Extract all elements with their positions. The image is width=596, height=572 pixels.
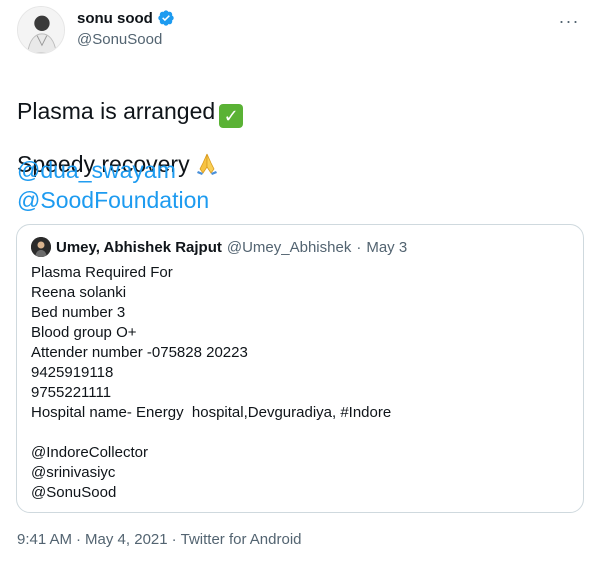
author-avatar[interactable] [17, 6, 65, 54]
meta-separator: · [171, 531, 177, 548]
author-name-row: sonu sood [77, 9, 175, 27]
mention-link-dua-swayam[interactable]: @dua_swayam [17, 155, 209, 185]
quoted-line: @srinivasiyc [31, 464, 116, 481]
author-handle[interactable]: @SonuSood [77, 31, 162, 48]
quoted-line: Plasma Required For [31, 264, 173, 281]
tweet-time-link[interactable]: 9:41 AM [17, 531, 72, 548]
more-options-button[interactable]: ··· [558, 10, 580, 32]
avatar-portrait-icon [18, 7, 64, 53]
quoted-line: Hospital name- Energy hospital,Devguradi… [31, 404, 392, 421]
quoted-line: @SonuSood [31, 484, 117, 501]
quoted-author-avatar[interactable] [31, 237, 51, 257]
quoted-tweet[interactable]: Umey, Abhishek Rajput @Umey_Abhishek · M… [16, 224, 584, 513]
avatar-portrait-icon [31, 237, 51, 257]
check-mark-emoji: ✓ [219, 104, 244, 128]
quoted-tweet-text: Plasma Required For Reena solanki Bed nu… [31, 263, 391, 503]
quoted-line: 9425919118 [31, 364, 114, 381]
quoted-separator: · [356, 238, 362, 256]
tweet-line-1-text: Plasma is arranged [17, 98, 216, 124]
tweet-source-link[interactable]: Twitter for Android [181, 531, 302, 548]
quoted-tweet-header: Umey, Abhishek Rajput @Umey_Abhishek · M… [31, 237, 407, 257]
author-display-name[interactable]: sonu sood [77, 10, 153, 27]
tweet-card: sonu sood @SonuSood ··· Plasma is arrang… [0, 0, 596, 572]
quoted-line: Blood group O+ [31, 324, 137, 341]
quoted-author-handle: @Umey_Abhishek [226, 238, 352, 256]
mention-link-sood-foundation[interactable]: @SoodFoundation [17, 185, 209, 215]
quoted-line-blank [31, 423, 391, 443]
tweet-line-1: Plasma is arranged ✓ [17, 98, 244, 128]
quoted-line: @IndoreCollector [31, 444, 148, 461]
tweet-metadata: 9:41 AM · May 4, 2021 · Twitter for Andr… [17, 531, 302, 548]
quoted-line: Reena solanki [31, 284, 127, 301]
quoted-date: May 3 [366, 238, 408, 256]
quoted-line: Attender number -075828 20223 [31, 344, 248, 361]
verified-badge-icon [158, 10, 174, 26]
tweet-mentions: @dua_swayam @SoodFoundation [17, 155, 209, 215]
quoted-line: 9755221111 [31, 384, 112, 401]
quoted-author-name: Umey, Abhishek Rajput [56, 238, 222, 256]
tweet-date-link[interactable]: May 4, 2021 [85, 531, 168, 548]
meta-separator: · [76, 531, 82, 548]
more-horizontal-icon: ··· [558, 11, 580, 31]
quoted-line: Bed number 3 [31, 304, 126, 321]
